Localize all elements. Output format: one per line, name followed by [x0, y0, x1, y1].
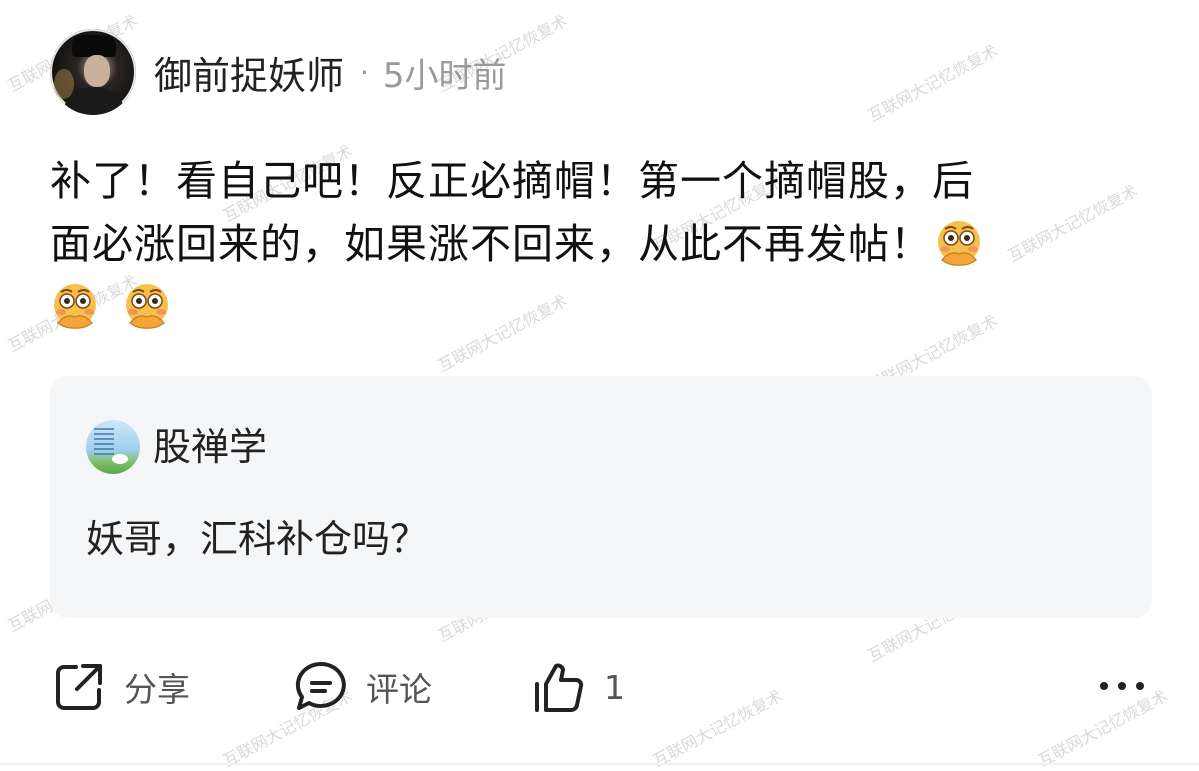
- emoji-row: [50, 276, 1145, 339]
- post-text-line-2-wrap: 面必涨回来的，如果涨不回来，从此不再发帖！: [50, 213, 1145, 276]
- action-bar: 分享 评论 1: [50, 652, 1150, 722]
- flushed-hands-emoji-icon: [938, 221, 980, 266]
- meta-separator: ·: [360, 55, 369, 89]
- thumbs-up-icon: [535, 663, 584, 712]
- avatar-flower: [112, 454, 128, 464]
- avatar-face: [84, 55, 110, 87]
- author-avatar[interactable]: [50, 29, 136, 115]
- comment-icon: [295, 661, 346, 710]
- post-text-line-2: 面必涨回来的，如果涨不回来，从此不再发帖！: [50, 220, 932, 268]
- quoted-reply-card[interactable]: 股禅学 妖哥，汇科补仓吗？: [50, 376, 1152, 618]
- like-count: 1: [604, 667, 625, 707]
- author-name[interactable]: 御前捉妖师: [154, 45, 344, 100]
- like-button[interactable]: 1: [530, 652, 625, 722]
- flushed-hands-emoji-icon: [126, 284, 169, 329]
- flushed-hands-emoji-icon: [54, 284, 96, 329]
- share-icon: [56, 664, 102, 710]
- more-options-icon[interactable]: [1094, 658, 1150, 714]
- post-text-line-1: 补了！看自己吧！反正必摘帽！第一个摘帽股，后: [50, 157, 974, 205]
- reply-author-name[interactable]: 股禅学: [153, 420, 267, 474]
- reply-text: 妖哥，汇科补仓吗？: [86, 517, 429, 561]
- post-body: 补了！看自己吧！反正必摘帽！第一个摘帽股，后 面必涨回来的，如果涨不回来，从此不…: [50, 150, 1145, 339]
- post-header: 御前捉妖师 · 5小时前: [50, 28, 507, 116]
- share-label: 分享: [124, 670, 190, 709]
- avatar-calligraphy: [94, 428, 114, 458]
- comment-label: 评论: [366, 670, 432, 709]
- comment-button[interactable]: 评论: [292, 652, 432, 722]
- post-time: 5小时前: [382, 55, 507, 96]
- avatar-hat: [72, 35, 116, 57]
- share-button[interactable]: 分享: [50, 652, 190, 722]
- watermark: 互联网大记忆恢复术: [864, 41, 1001, 126]
- reply-author-avatar[interactable]: [86, 420, 140, 474]
